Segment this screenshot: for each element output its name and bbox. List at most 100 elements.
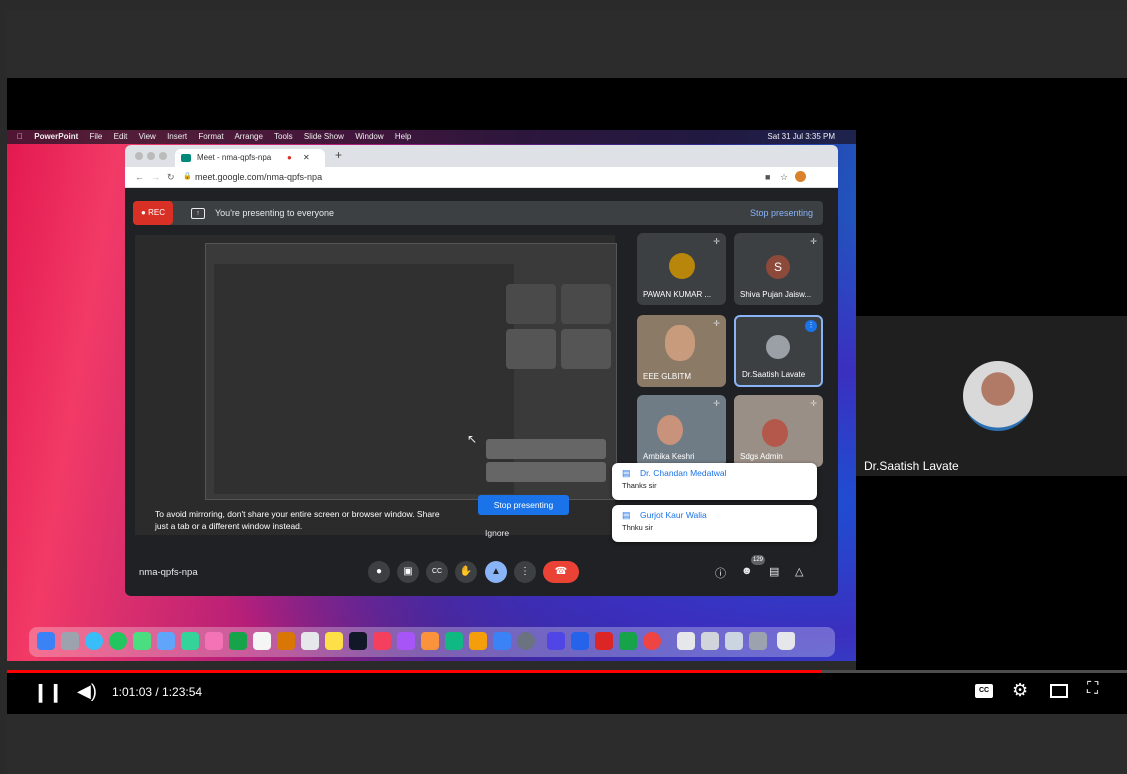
mirror-tile bbox=[506, 284, 556, 324]
url-input[interactable]: meet.google.com/nma-qpfs-npa bbox=[195, 167, 322, 187]
participant-tile-sdgs[interactable]: ✛ Sdgs Admin bbox=[734, 395, 823, 467]
menu-insert[interactable]: Insert bbox=[167, 132, 187, 141]
meeting-info-icon[interactable]: ⓘ bbox=[715, 565, 726, 581]
teams-icon[interactable] bbox=[547, 632, 565, 650]
people-icon[interactable]: ☻ bbox=[741, 565, 753, 577]
calendar-icon[interactable] bbox=[253, 632, 271, 650]
settings-icon[interactable]: ⚙ bbox=[1012, 680, 1028, 701]
reload-icon[interactable]: ↻ bbox=[167, 167, 175, 187]
bookmark-star-icon[interactable]: ☆ bbox=[780, 167, 788, 187]
more-options-icon[interactable]: ⋮ bbox=[514, 561, 536, 583]
messages-icon[interactable] bbox=[133, 632, 151, 650]
end-call-icon[interactable]: ☎ bbox=[543, 561, 579, 583]
chat-panel-icon[interactable]: ▤ bbox=[769, 565, 779, 578]
menu-arrange[interactable]: Arrange bbox=[234, 132, 262, 141]
minimize-dot[interactable] bbox=[147, 152, 155, 160]
podcasts-icon[interactable] bbox=[397, 632, 415, 650]
new-tab-icon[interactable]: + bbox=[335, 148, 342, 162]
avatar bbox=[766, 335, 790, 359]
participant-tile-eee[interactable]: ✛ EEE GLBITM bbox=[637, 315, 726, 387]
close-dot[interactable] bbox=[135, 152, 143, 160]
tab-strip: Meet - nma-qpfs-npa ● ✕ + bbox=[125, 145, 838, 167]
stop-presenting-link[interactable]: Stop presenting bbox=[750, 201, 813, 225]
chat-notification[interactable]: ▤ Gurjot Kaur Walia Thnku sir bbox=[612, 505, 817, 542]
folder-icon[interactable] bbox=[701, 632, 719, 650]
forward-icon[interactable]: → bbox=[151, 167, 160, 187]
back-icon[interactable]: ← bbox=[135, 167, 144, 187]
menu-view[interactable]: View bbox=[139, 132, 156, 141]
mirrored-screen bbox=[205, 243, 617, 500]
participant-tile-pawan[interactable]: ✛ PAWAN KUMAR ... bbox=[637, 233, 726, 305]
tab-close-icon[interactable]: ✕ bbox=[303, 149, 310, 167]
contacts-icon[interactable] bbox=[277, 632, 295, 650]
mic-off-icon: ✛ bbox=[810, 399, 817, 408]
rec-badge: ● REC bbox=[133, 201, 173, 225]
fullscreen-icon[interactable]: ⛶ bbox=[1087, 680, 1098, 698]
trash-icon[interactable] bbox=[777, 632, 795, 650]
keynote-icon[interactable] bbox=[421, 632, 439, 650]
captions-icon[interactable]: CC bbox=[975, 684, 993, 698]
video-feed bbox=[657, 415, 683, 445]
mic-icon[interactable]: ● bbox=[368, 561, 390, 583]
participant-tile-ambika[interactable]: ✛ Ambika Keshri bbox=[637, 395, 726, 467]
rec-label: REC bbox=[148, 208, 165, 217]
browser-tab[interactable]: Meet - nma-qpfs-npa ● ✕ bbox=[175, 149, 325, 167]
menu-tools[interactable]: Tools bbox=[274, 132, 293, 141]
menu-format[interactable]: Format bbox=[198, 132, 223, 141]
photos-icon[interactable] bbox=[205, 632, 223, 650]
camera-icon[interactable]: ▣ bbox=[397, 561, 419, 583]
presenting-text: You're presenting to everyone bbox=[215, 208, 334, 218]
chrome-window: Meet - nma-qpfs-npa ● ✕ + ← → ↻ 🔒 meet.g… bbox=[125, 145, 838, 596]
recording-dot-icon: ● bbox=[287, 153, 292, 162]
ignore-button[interactable]: Ignore bbox=[485, 525, 545, 541]
music-icon[interactable] bbox=[373, 632, 391, 650]
profile-avatar[interactable] bbox=[795, 171, 806, 182]
finder-icon[interactable] bbox=[37, 632, 55, 650]
safari-icon[interactable] bbox=[85, 632, 103, 650]
pages-icon[interactable] bbox=[469, 632, 487, 650]
mirror-tile bbox=[506, 329, 556, 369]
maps-icon[interactable] bbox=[181, 632, 199, 650]
menubar-app-name[interactable]: PowerPoint bbox=[34, 132, 78, 141]
raise-hand-icon[interactable]: ✋ bbox=[455, 561, 477, 583]
mirror-notification bbox=[486, 439, 606, 459]
facetime-icon[interactable] bbox=[229, 632, 247, 650]
folder-icon[interactable] bbox=[725, 632, 743, 650]
notes-icon[interactable] bbox=[325, 632, 343, 650]
activities-icon[interactable]: △ bbox=[795, 565, 803, 578]
webex-icon[interactable] bbox=[643, 632, 661, 650]
pause-icon[interactable]: ❙❙ bbox=[33, 682, 63, 703]
appstore-icon[interactable] bbox=[493, 632, 511, 650]
mirroring-warning: To avoid mirroring, don't share your ent… bbox=[155, 508, 495, 532]
chrome-icon[interactable] bbox=[109, 632, 127, 650]
stop-presenting-button[interactable]: Stop presenting bbox=[478, 495, 569, 515]
zoom-dot[interactable] bbox=[159, 152, 167, 160]
system-preferences-icon[interactable] bbox=[517, 632, 535, 650]
meet-favicon-icon bbox=[181, 154, 191, 162]
time-display: 1:01:03 / 1:23:54 bbox=[112, 685, 203, 699]
downloads-icon[interactable] bbox=[749, 632, 767, 650]
participant-tile-saatish[interactable]: ⋮ Dr.Saatish Lavate bbox=[734, 315, 823, 387]
reminders-icon[interactable] bbox=[301, 632, 319, 650]
captions-icon[interactable]: CC bbox=[426, 561, 448, 583]
progress-bar[interactable] bbox=[7, 670, 1127, 673]
menu-help[interactable]: Help bbox=[395, 132, 411, 141]
chat-notification[interactable]: ▤ Dr. Chandan Medatwal Thanks sir bbox=[612, 463, 817, 500]
appletv-icon[interactable] bbox=[349, 632, 367, 650]
mail-icon[interactable] bbox=[157, 632, 175, 650]
present-now-icon[interactable]: ▲ bbox=[485, 561, 507, 583]
excel-icon[interactable] bbox=[619, 632, 637, 650]
miniplayer-icon[interactable] bbox=[1050, 684, 1068, 698]
document-icon[interactable] bbox=[677, 632, 695, 650]
word-icon[interactable] bbox=[571, 632, 589, 650]
apple-icon[interactable]:  bbox=[17, 132, 23, 141]
menu-edit[interactable]: Edit bbox=[114, 132, 128, 141]
launchpad-icon[interactable] bbox=[61, 632, 79, 650]
participant-tile-shiva[interactable]: ✛ S Shiva Pujan Jaisw... bbox=[734, 233, 823, 305]
powerpoint-icon[interactable] bbox=[595, 632, 613, 650]
menu-file[interactable]: File bbox=[89, 132, 102, 141]
numbers-icon[interactable] bbox=[445, 632, 463, 650]
menu-slide-show[interactable]: Slide Show bbox=[304, 132, 344, 141]
menu-window[interactable]: Window bbox=[355, 132, 383, 141]
volume-icon[interactable]: ◀) bbox=[77, 681, 97, 702]
